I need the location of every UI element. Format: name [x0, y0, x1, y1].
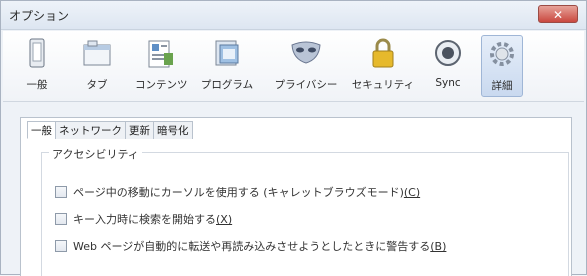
close-button[interactable]: ✕ — [538, 5, 578, 23]
toolbar-security-button[interactable]: セキュリティ — [349, 35, 417, 97]
caret-browsing-option[interactable]: ページ中の移動にカーソルを使用する (キャレットブラウズモード)(C) — [55, 185, 420, 201]
options-window: オプション ✕ 一般 タブ コンテンツ プログラム プライバシー セキュリティ … — [0, 0, 587, 276]
redirect-warning-checkbox[interactable] — [55, 240, 67, 252]
toolbar-label: セキュリティ — [351, 79, 415, 91]
redirect-warning-option[interactable]: Web ページが自動的に転送や再読み込みさせようとしたときに警告する(B) — [55, 239, 446, 255]
gear-icon — [490, 42, 514, 66]
accessibility-legend: アクセシビリティ — [49, 146, 142, 162]
toolbar-advanced-button[interactable]: 詳細 — [481, 35, 523, 97]
toolbar-label: Sync — [435, 77, 461, 89]
subtab-encryption[interactable]: 暗号化 — [153, 121, 193, 139]
option-label: キー入力時に検索を開始する — [73, 213, 216, 226]
option-hotkey: (X) — [216, 213, 233, 226]
titlebar: オプション ✕ — [1, 1, 586, 30]
sync-icon — [435, 40, 461, 66]
toolbar-programs-button[interactable]: プログラム — [199, 35, 255, 97]
padlock-icon — [372, 38, 394, 68]
toolbar-label: タブ — [86, 79, 108, 91]
caret-browsing-checkbox[interactable] — [55, 186, 67, 198]
toolbar-general-button[interactable]: 一般 — [17, 35, 57, 97]
toolbar: 一般 タブ コンテンツ プログラム プライバシー セキュリティ Sync 詳細 — [3, 31, 584, 102]
toolbar-content-button[interactable]: コンテンツ — [135, 35, 188, 97]
tab-window-icon — [83, 40, 111, 66]
search-on-type-option[interactable]: キー入力時に検索を開始する(X) — [55, 212, 232, 228]
subtab-update[interactable]: 更新 — [125, 121, 154, 139]
subtab-general[interactable]: 一般 — [27, 121, 56, 139]
content-icon — [148, 40, 173, 68]
toolbar-tabs-button[interactable]: タブ — [77, 35, 117, 97]
device-icon — [29, 38, 45, 68]
toolbar-label: プログラム — [200, 79, 254, 91]
search-on-type-checkbox[interactable] — [55, 213, 67, 225]
option-label: ページ中の移動にカーソルを使用する (キャレットブラウズモード) — [73, 186, 404, 199]
toolbar-label: 一般 — [26, 79, 48, 91]
mask-icon — [291, 41, 321, 64]
option-hotkey: (C) — [403, 186, 421, 199]
option-label: Web ページが自動的に転送や再読み込みさせようとしたときに警告する — [73, 240, 431, 253]
option-hotkey: (B) — [430, 240, 447, 253]
toolbar-sync-button[interactable]: Sync — [427, 35, 469, 97]
subtab-bar: 一般 ネットワーク 更新 暗号化 — [27, 121, 193, 139]
toolbar-label: 詳細 — [491, 80, 513, 92]
toolbar-label: プライバシー — [274, 79, 338, 91]
subtab-network[interactable]: ネットワーク — [55, 121, 126, 139]
programs-icon — [215, 40, 239, 66]
window-title: オプション — [9, 9, 70, 23]
toolbar-privacy-button[interactable]: プライバシー — [273, 35, 339, 97]
toolbar-label: コンテンツ — [135, 79, 188, 91]
